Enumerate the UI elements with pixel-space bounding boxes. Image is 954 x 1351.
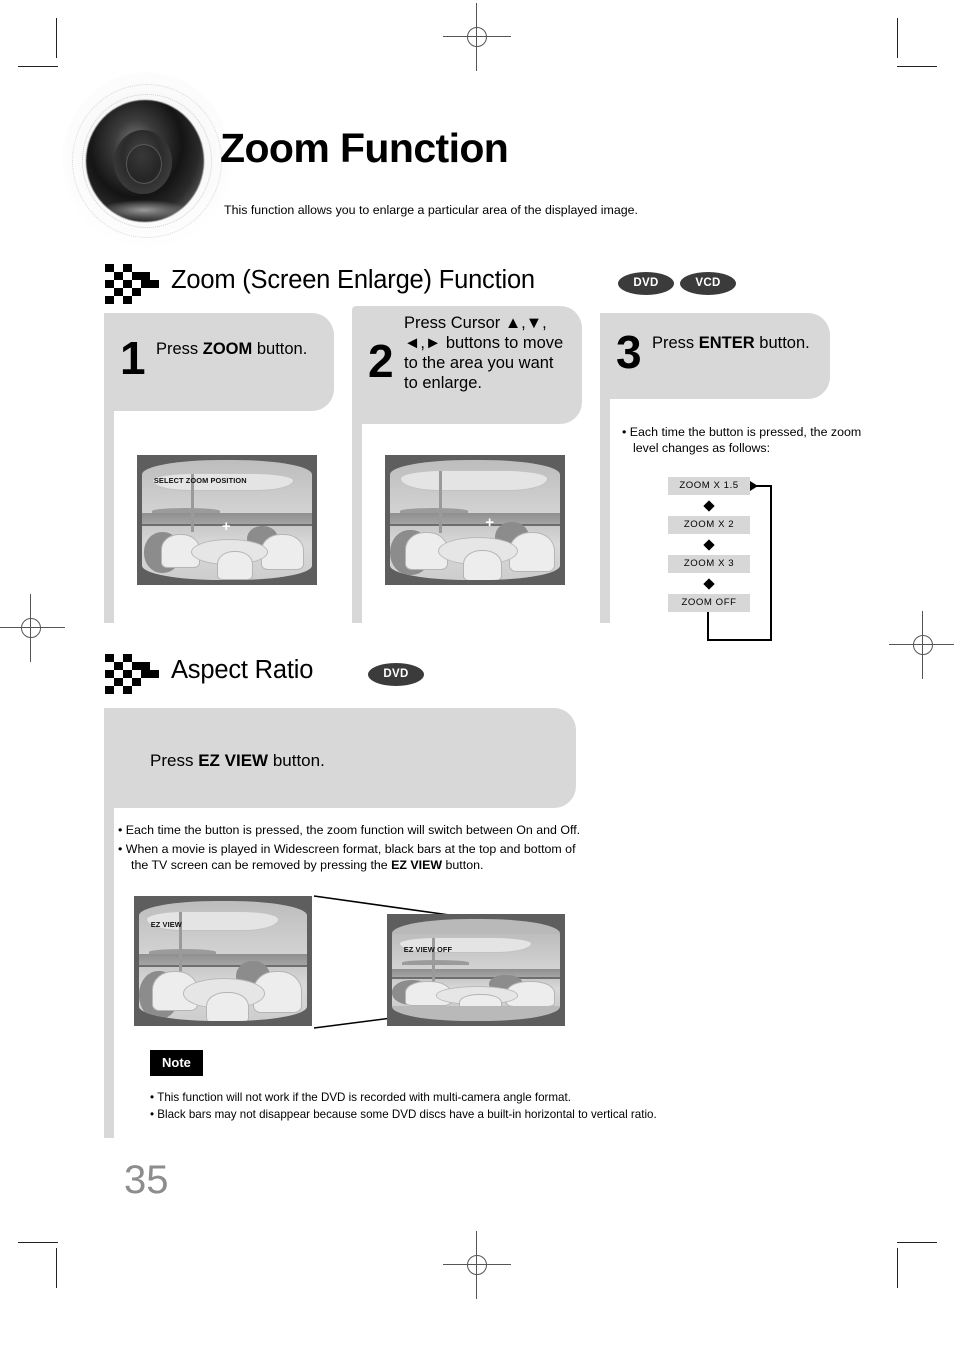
page-number: 35 bbox=[124, 1158, 169, 1202]
tv-screen-ez-view-off: EZ VIEW OFF bbox=[387, 914, 565, 1026]
flow-loop-arrowhead bbox=[750, 481, 758, 491]
crop-mark-top-left-h bbox=[18, 66, 58, 68]
cursor-crosshair-step-1: + bbox=[221, 517, 231, 535]
step-1-text-before: Press bbox=[156, 340, 203, 358]
aspect-bullets: • Each time the button is pressed, the z… bbox=[118, 822, 584, 874]
zoom-level-note-text: Each time the button is pressed, the zoo… bbox=[629, 425, 862, 455]
tv-screen-step-1: SELECT ZOOM POSITION + bbox=[137, 455, 317, 585]
section-title-zoom: Zoom (Screen Enlarge) Function bbox=[171, 266, 535, 294]
flow-loop-segment-top bbox=[756, 485, 772, 487]
crop-mark-bottom-right-v bbox=[897, 1248, 899, 1288]
step-3-number: 3 bbox=[616, 326, 642, 378]
page-subtitle: This function allows you to enlarge a pa… bbox=[224, 203, 638, 217]
tv-screen-ez-view-on: EZ VIEW bbox=[134, 896, 312, 1026]
aspect-bullet-1-text: Each time the button is pressed, the zoo… bbox=[125, 823, 581, 837]
flow-diamond-2 bbox=[703, 539, 715, 551]
step-2-number: 2 bbox=[368, 335, 394, 387]
step-column-2: 2 Press Cursor ▲,▼, ◄,► buttons to move … bbox=[352, 306, 592, 623]
manual-page: Zoom Function This function allows you t… bbox=[0, 0, 954, 1351]
registration-mark-bottom bbox=[443, 1231, 511, 1299]
ez-press-after: button. bbox=[268, 751, 325, 770]
registration-mark-top bbox=[443, 3, 511, 71]
step-1-text-bold: ZOOM bbox=[202, 340, 253, 358]
badge-dvd-zoom: DVD bbox=[618, 272, 674, 295]
aspect-bullet-1: • Each time the button is pressed, the z… bbox=[118, 823, 581, 837]
note-item-1-text: This function will not work if the DVD i… bbox=[157, 1091, 571, 1104]
flow-item-zoom-x2: ZOOM X 2 bbox=[668, 516, 750, 534]
flow-loop-segment-down bbox=[707, 612, 709, 641]
note-item-2-text: Black bars may not disappear because som… bbox=[157, 1108, 657, 1122]
osd-text-ez-view-off: EZ VIEW OFF bbox=[403, 944, 453, 954]
page-title: Zoom Function bbox=[220, 125, 509, 171]
note-badge: Note bbox=[150, 1050, 203, 1076]
tv-screen-step-2: + bbox=[385, 455, 565, 585]
aspect-bullet-2-text-c: button. bbox=[442, 858, 484, 873]
tv-picture: EZ VIEW OFF bbox=[392, 919, 560, 1021]
note-item-1: • This function will not work if the DVD… bbox=[150, 1091, 571, 1104]
crop-mark-bottom-right-h bbox=[897, 1242, 937, 1244]
step-1-text: Press ZOOM button. bbox=[156, 339, 321, 359]
step-3-text-before: Press bbox=[652, 334, 699, 352]
flow-diamond-1 bbox=[703, 500, 715, 512]
tv-picture: SELECT ZOOM POSITION + bbox=[142, 460, 312, 580]
step-3-text-after: button. bbox=[754, 334, 810, 352]
osd-text-ez-view-on: EZ VIEW bbox=[150, 920, 182, 930]
section-title-aspect: Aspect Ratio bbox=[171, 656, 314, 684]
step-3-text: Press ENTER button. bbox=[652, 333, 822, 353]
aspect-bullet-2: • When a movie is played in Widescreen f… bbox=[118, 841, 576, 873]
flow-loop-segment-bottom bbox=[707, 639, 772, 641]
crop-mark-top-left-v bbox=[56, 18, 58, 58]
flow-diamond-3 bbox=[703, 578, 715, 590]
flow-item-zoom-off: ZOOM OFF bbox=[668, 594, 750, 612]
aspect-bullet-2-text-a: When a movie is played in Widescreen for… bbox=[125, 841, 576, 873]
ez-press-before: Press bbox=[150, 751, 199, 770]
crop-mark-top-right-v bbox=[897, 18, 899, 58]
step-3-text-bold: ENTER bbox=[698, 334, 755, 352]
step-2-text: Press Cursor ▲,▼, ◄,► buttons to move to… bbox=[404, 314, 564, 393]
checker-arrow-icon bbox=[105, 654, 159, 694]
tv-picture: + bbox=[390, 460, 560, 580]
ez-view-instruction-text: Press EZ VIEW button. bbox=[150, 751, 325, 771]
badge-vcd-zoom: VCD bbox=[680, 272, 736, 295]
zoom-level-note: • Each time the button is pressed, the z… bbox=[622, 425, 862, 455]
checker-arrow-icon bbox=[105, 264, 159, 304]
ez-press-bold: EZ VIEW bbox=[198, 751, 269, 770]
osd-text-step-1: SELECT ZOOM POSITION bbox=[153, 475, 247, 485]
aspect-column: Press EZ VIEW button. • Each time the bu… bbox=[104, 708, 804, 1138]
step-column-1: 1 Press ZOOM button. SELECT ZOOM POSITIO… bbox=[104, 313, 344, 623]
letterbox-bar-top bbox=[392, 919, 560, 935]
cursor-crosshair-step-2: + bbox=[485, 514, 494, 532]
step-column-3: 3 Press ENTER button. • Each time the bu… bbox=[600, 313, 900, 641]
step-1-number: 1 bbox=[120, 332, 146, 384]
tv-picture: EZ VIEW bbox=[139, 901, 307, 1021]
flow-loop-segment-right bbox=[770, 486, 772, 641]
dvd-disc-icon bbox=[62, 72, 232, 250]
flow-item-zoom-x3: ZOOM X 3 bbox=[668, 555, 750, 573]
registration-mark-right bbox=[889, 611, 954, 679]
badge-dvd-aspect: DVD bbox=[368, 663, 424, 686]
aspect-bullet-2-bold: EZ VIEW bbox=[391, 858, 443, 873]
letterbox-bar-bottom bbox=[392, 1005, 560, 1021]
flow-item-zoom-x15: ZOOM X 1.5 bbox=[668, 477, 750, 495]
note-list: • This function will not work if the DVD… bbox=[150, 1089, 780, 1124]
crop-mark-top-right-h bbox=[897, 66, 937, 68]
crop-mark-bottom-left-h bbox=[18, 1242, 58, 1244]
crop-mark-bottom-left-v bbox=[56, 1248, 58, 1288]
step-1-text-after: button. bbox=[252, 340, 308, 358]
registration-mark-left bbox=[0, 594, 65, 662]
section-heading-aspect: Aspect Ratio DVD bbox=[103, 648, 623, 694]
note-item-2: • Black bars may not disappear because s… bbox=[150, 1108, 657, 1122]
section-heading-zoom: Zoom (Screen Enlarge) Function DVD VCD bbox=[103, 258, 736, 304]
